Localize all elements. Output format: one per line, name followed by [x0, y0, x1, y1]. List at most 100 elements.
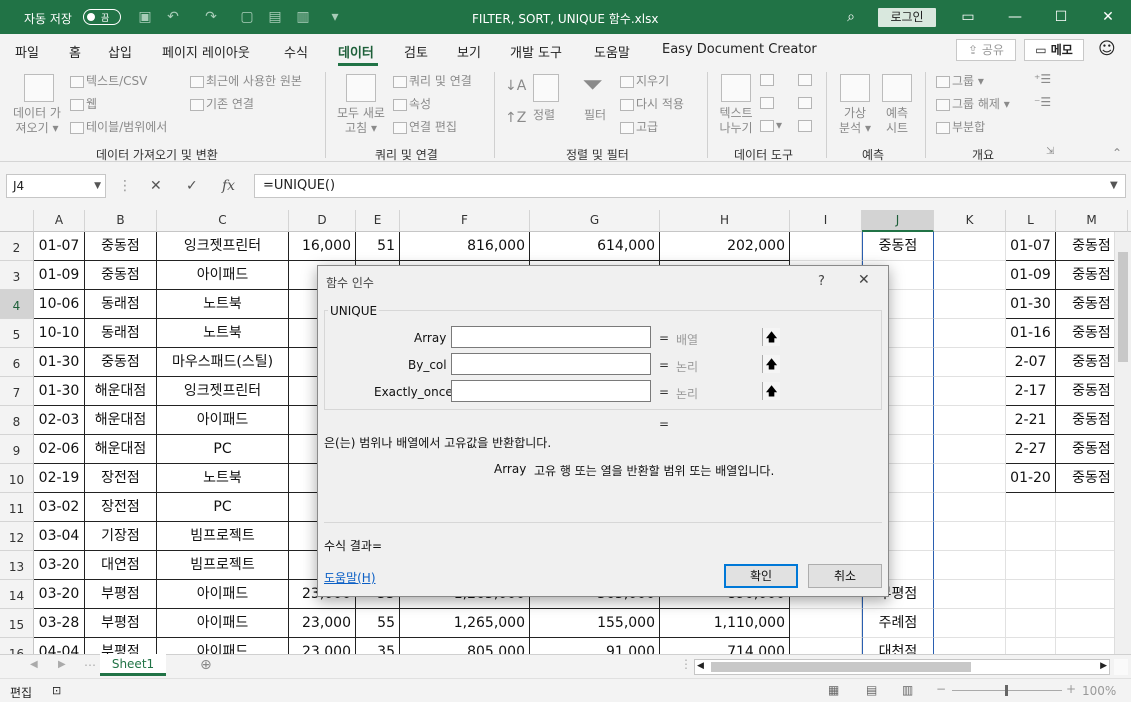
cancel-icon[interactable]: ✕ [150, 178, 162, 194]
cell-c6[interactable]: 마우스패드(스틸) [157, 348, 289, 377]
tab-insert[interactable]: 삽입 [108, 42, 132, 61]
refresh-all-button[interactable]: 모두 새로 고침 ▾ [332, 106, 390, 136]
cell-k12[interactable] [934, 522, 1006, 551]
reapply-button[interactable]: 다시 적용 [620, 95, 684, 112]
cell-j2[interactable]: 중동점 [862, 232, 934, 261]
cell-k4[interactable] [934, 290, 1006, 319]
tab-view[interactable]: 보기 [457, 42, 481, 61]
zoom-level[interactable]: 100% [1082, 684, 1116, 698]
cell-c8[interactable]: 아이패드 [157, 406, 289, 435]
queries-connections-button[interactable]: 쿼리 및 연결 [393, 72, 472, 89]
autosave-toggle[interactable]: 끔 [83, 9, 121, 25]
cell-k7[interactable] [934, 377, 1006, 406]
cell-b6[interactable]: 중동점 [85, 348, 157, 377]
page-break-view-icon[interactable]: ▥ [902, 683, 913, 697]
expand-formula-icon[interactable]: ▼ [1110, 180, 1118, 191]
cell-e15[interactable]: 55 [356, 609, 400, 638]
group-button[interactable]: 그룹 ▾ [936, 72, 984, 89]
cell-k9[interactable] [934, 435, 1006, 464]
open-icon[interactable]: ▥ [294, 8, 312, 26]
tab-review[interactable]: 검토 [404, 42, 428, 61]
cell-b16[interactable]: 부평점 [85, 638, 157, 654]
row-header[interactable]: 10 [0, 464, 34, 493]
cell-a14[interactable]: 03-20 [34, 580, 85, 609]
cell-a2[interactable]: 01-07 [34, 232, 85, 261]
from-text-csv-button[interactable]: 텍스트/CSV [70, 72, 147, 89]
cell-l4[interactable]: 01-30 [1006, 290, 1056, 319]
column-header-e[interactable]: E [356, 210, 400, 232]
cell-b3[interactable]: 중동점 [85, 261, 157, 290]
new-file-icon[interactable]: ▢ [238, 8, 256, 26]
data-validation-icon[interactable]: ▾ [760, 118, 782, 132]
cell-c15[interactable]: 아이패드 [157, 609, 289, 638]
cell-k5[interactable] [934, 319, 1006, 348]
cell-k11[interactable] [934, 493, 1006, 522]
normal-view-icon[interactable]: ▦ [828, 683, 839, 697]
close-icon[interactable]: ✕ [1097, 6, 1119, 28]
minimize-icon[interactable]: — [1004, 6, 1026, 28]
cell-a12[interactable]: 03-04 [34, 522, 85, 551]
from-web-button[interactable]: 웹 [70, 95, 97, 112]
cell-k15[interactable] [934, 609, 1006, 638]
cancel-button[interactable]: 취소 [808, 564, 882, 588]
range-select-icon[interactable]: 🡅 [762, 355, 780, 373]
exactly-once-input[interactable]: 🡅 [451, 380, 780, 402]
zoom-in-icon[interactable]: + [1066, 682, 1076, 696]
cell-h16[interactable]: 714,000 [660, 638, 790, 654]
cell-k6[interactable] [934, 348, 1006, 377]
sort-asc-icon[interactable]: ↓A [505, 78, 526, 94]
cell-b7[interactable]: 해운대점 [85, 377, 157, 406]
cell-k13[interactable] [934, 551, 1006, 580]
cell-a9[interactable]: 02-06 [34, 435, 85, 464]
cell-h2[interactable]: 202,000 [660, 232, 790, 261]
cell-i16[interactable] [790, 638, 862, 654]
subtotal-button[interactable]: 부분합 [936, 118, 985, 135]
cell-b12[interactable]: 기장점 [85, 522, 157, 551]
customize-qat-icon[interactable]: ▾ [326, 8, 344, 26]
cell-j15[interactable]: 주례점 [862, 609, 934, 638]
cell-c12[interactable]: 빔프로젝트 [157, 522, 289, 551]
cell-c14[interactable]: 아이패드 [157, 580, 289, 609]
range-select-icon[interactable]: 🡅 [762, 382, 780, 400]
cell-g15[interactable]: 155,000 [530, 609, 660, 638]
tab-data[interactable]: 데이터 [338, 42, 374, 61]
edit-links-button[interactable]: 연결 편집 [393, 118, 457, 135]
row-header[interactable]: 12 [0, 522, 34, 551]
tab-file[interactable]: 파일 [15, 42, 39, 61]
existing-connections-button[interactable]: 기존 연결 [190, 95, 254, 112]
tab-help[interactable]: 도움말 [594, 42, 630, 61]
forecast-sheet-button[interactable]: 예측 시트 [874, 106, 920, 136]
cell-b14[interactable]: 부평점 [85, 580, 157, 609]
cell-k8[interactable] [934, 406, 1006, 435]
text-to-columns-button[interactable]: 텍스트 나누기 [712, 106, 760, 136]
cell-a6[interactable]: 01-30 [34, 348, 85, 377]
enter-icon[interactable]: ✓ [186, 178, 198, 194]
scroll-split-icon[interactable]: ⋮ [680, 657, 692, 671]
cell-k3[interactable] [934, 261, 1006, 290]
redo-icon[interactable]: ↷ [202, 8, 220, 26]
row-header[interactable]: 9 [0, 435, 34, 464]
cell-l12[interactable] [1006, 522, 1056, 551]
row-header[interactable]: 16 [0, 638, 34, 654]
remove-duplicates-icon[interactable] [760, 95, 776, 109]
cell-l6[interactable]: 2-07 [1006, 348, 1056, 377]
cell-k14[interactable] [934, 580, 1006, 609]
formula-input[interactable]: =UNIQUE() [254, 174, 1126, 198]
cell-l13[interactable] [1006, 551, 1056, 580]
cell-c9[interactable]: PC [157, 435, 289, 464]
search-icon[interactable]: ⌕ [840, 6, 862, 28]
cell-i15[interactable] [790, 609, 862, 638]
advanced-filter-button[interactable]: 고급 [620, 118, 658, 135]
save-as-icon[interactable]: ▤ [266, 8, 284, 26]
tab-formulas[interactable]: 수식 [284, 42, 308, 61]
column-header-l[interactable]: L [1006, 210, 1056, 232]
row-header[interactable]: 4 [0, 290, 34, 319]
cell-a5[interactable]: 10-10 [34, 319, 85, 348]
vertical-scrollbar[interactable] [1114, 232, 1131, 654]
cell-b11[interactable]: 장전점 [85, 493, 157, 522]
cell-c7[interactable]: 잉크젯프린터 [157, 377, 289, 406]
cell-c5[interactable]: 노트북 [157, 319, 289, 348]
cell-k16[interactable] [934, 638, 1006, 654]
row-header[interactable]: 6 [0, 348, 34, 377]
row-header[interactable]: 5 [0, 319, 34, 348]
